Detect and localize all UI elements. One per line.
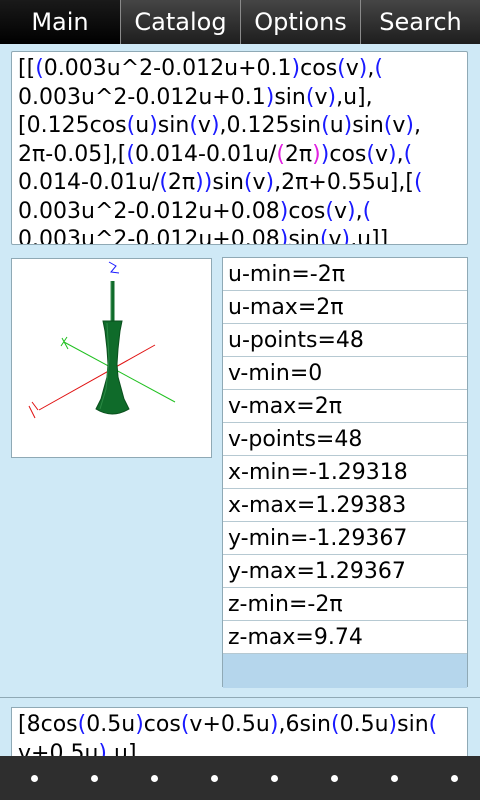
nav-dot[interactable] [331, 775, 338, 782]
expression-input[interactable]: [[(0.003u^2-0.012u+0.1)cos(v),( 0.003u^2-… [11, 51, 468, 245]
nav-dot[interactable] [391, 775, 398, 782]
expression-line: [0.125cos(u)sin(v),0.125sin(u)sin(v), [18, 113, 421, 138]
navigation-bar [0, 756, 480, 800]
expression-line: 2π-0.05],[(0.014-0.01u/(2π))cos(v),( [18, 141, 413, 167]
nav-dot[interactable] [271, 775, 278, 782]
surface-tower [95, 320, 130, 415]
expression-line: [[(0.003u^2-0.012u+0.1)cos(v),( [18, 56, 383, 81]
param-row[interactable]: u-max=2π [223, 291, 467, 324]
tab-search[interactable]: Search [361, 0, 480, 44]
3d-plot-canvas [28, 261, 176, 419]
nav-dot[interactable] [211, 775, 218, 782]
z-axis-label-mark [108, 261, 120, 274]
3d-plot-view[interactable] [11, 258, 212, 458]
expression-line: 0.014-0.01u/(2π))sin(v),2π+0.55u],[( [18, 170, 423, 195]
tab-catalog[interactable]: Catalog [121, 0, 241, 44]
param-row[interactable]: u-min=-2π [223, 258, 467, 291]
nav-dot[interactable] [31, 775, 38, 782]
param-row[interactable]: v-max=2π [223, 390, 467, 423]
parameter-list: u-min=-2π u-max=2π u-points=48 v-min=0 v-max… [222, 257, 468, 688]
expression-line: [8cos(0.5u)cos(v+0.5u),6sin(0.5u)sin( [18, 712, 438, 737]
tab-bar: Main Catalog Options Search [0, 0, 480, 44]
x-axis-label-mark [28, 401, 39, 419]
nav-dot[interactable] [151, 775, 158, 782]
nav-dot[interactable] [451, 775, 458, 782]
param-row[interactable]: x-max=1.29383 [223, 489, 467, 522]
param-row[interactable]: z-min=-2π [223, 588, 467, 621]
divider [0, 697, 480, 698]
param-row[interactable]: y-max=1.29367 [223, 555, 467, 588]
param-row-empty[interactable] [223, 654, 467, 688]
param-row[interactable]: z-max=9.74 [223, 621, 467, 654]
param-row[interactable]: y-min=-1.29367 [223, 522, 467, 555]
expression-line: 0.003u^2-0.012u+0.1)sin(v),u], [18, 84, 373, 110]
param-row[interactable]: v-min=0 [223, 357, 467, 390]
param-row[interactable]: v-points=48 [223, 423, 467, 456]
nav-dot[interactable] [91, 775, 98, 782]
expression-line: 0.003u^2-0.012u+0.08)sin(v),u]] [18, 227, 389, 245]
param-row[interactable]: x-min=-1.29318 [223, 456, 467, 489]
tab-options[interactable]: Options [241, 0, 361, 44]
tab-main[interactable]: Main [0, 0, 121, 44]
y-axis-label-mark [60, 336, 69, 350]
expression-line: 0.003u^2-0.012u+0.08)cos(v),( [18, 198, 372, 224]
param-row[interactable]: u-points=48 [223, 324, 467, 357]
x-axis-line [38, 344, 156, 411]
